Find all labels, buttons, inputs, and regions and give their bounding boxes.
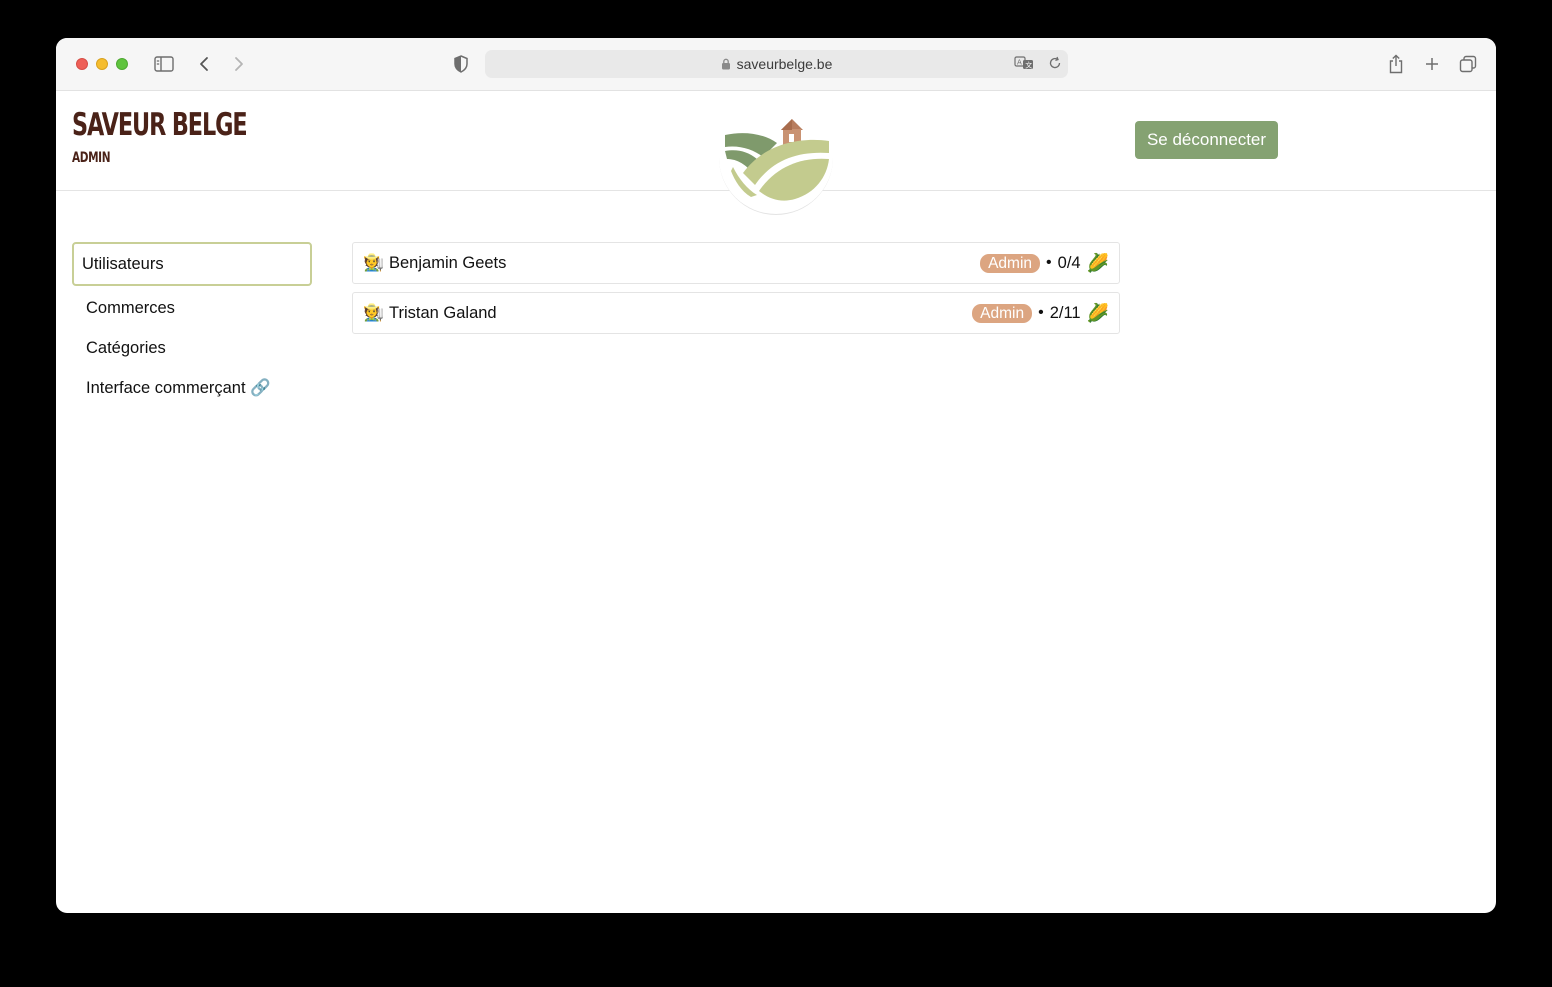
farm-logo-icon[interactable] (719, 113, 833, 215)
zoom-window-button[interactable] (116, 58, 128, 70)
share-icon[interactable] (1386, 52, 1406, 76)
role-badge: Admin (980, 253, 1041, 273)
browser-toolbar: saveurbelge.be A文 (56, 38, 1496, 91)
reload-icon[interactable] (1048, 56, 1062, 75)
close-window-button[interactable] (76, 58, 88, 70)
logout-button[interactable]: Se déconnecter (1135, 121, 1278, 159)
site-header: Saveur Belge Admin Se déconnecter (56, 91, 1496, 215)
url-text: saveurbelge.be (736, 56, 833, 72)
user-name: Benjamin Geets (389, 253, 507, 272)
shield-icon[interactable] (451, 52, 471, 76)
new-tab-icon[interactable] (1422, 52, 1442, 76)
separator: • (1046, 254, 1052, 271)
user-meta: Admin • 0/4 🌽 (980, 253, 1109, 274)
sidebar-item-interface-commercant[interactable]: Interface commerçant 🔗 (72, 366, 312, 406)
role-badge: Admin (972, 303, 1033, 323)
site-title[interactable]: Saveur Belge (72, 107, 248, 143)
user-list: 🧑‍🌾 Benjamin Geets Admin • 0/4 🌽 🧑‍🌾 Tri… (352, 242, 1120, 342)
sidebar-item-categories[interactable]: Catégories (72, 326, 312, 366)
user-name: Tristan Galand (389, 303, 497, 322)
user-count: 2/11 (1049, 303, 1081, 322)
sidebar-toggle-icon[interactable] (152, 52, 176, 76)
user-count: 0/4 (1057, 253, 1081, 272)
farmer-icon: 🧑‍🌾 (363, 253, 385, 272)
farmer-icon: 🧑‍🌾 (363, 303, 385, 322)
sidebar-item-utilisateurs[interactable]: Utilisateurs (72, 242, 312, 286)
sidebar-item-commerces[interactable]: Commerces (72, 286, 312, 326)
logo-badge (719, 113, 833, 215)
corn-icon: 🌽 (1086, 252, 1109, 273)
tabs-overview-icon[interactable] (1458, 52, 1478, 76)
svg-text:文: 文 (1025, 61, 1032, 70)
svg-text:A: A (1017, 59, 1022, 67)
separator: • (1038, 304, 1044, 321)
user-meta: Admin • 2/11 🌽 (972, 303, 1109, 324)
list-item[interactable]: 🧑‍🌾 Benjamin Geets Admin • 0/4 🌽 (352, 242, 1120, 284)
address-bar[interactable]: saveurbelge.be A文 (485, 50, 1068, 78)
browser-window: saveurbelge.be A文 Saveur Belge Admin (56, 38, 1496, 913)
minimize-window-button[interactable] (96, 58, 108, 70)
list-item[interactable]: 🧑‍🌾 Tristan Galand Admin • 2/11 🌽 (352, 292, 1120, 334)
site-subtitle: Admin (72, 150, 111, 166)
translate-icon[interactable]: A文 (1014, 55, 1034, 76)
back-icon[interactable] (194, 52, 214, 76)
corn-icon: 🌽 (1086, 302, 1109, 323)
lock-icon (721, 58, 730, 70)
sidebar-nav: Utilisateurs Commerces Catégories Interf… (72, 242, 312, 406)
forward-icon[interactable] (229, 52, 249, 76)
